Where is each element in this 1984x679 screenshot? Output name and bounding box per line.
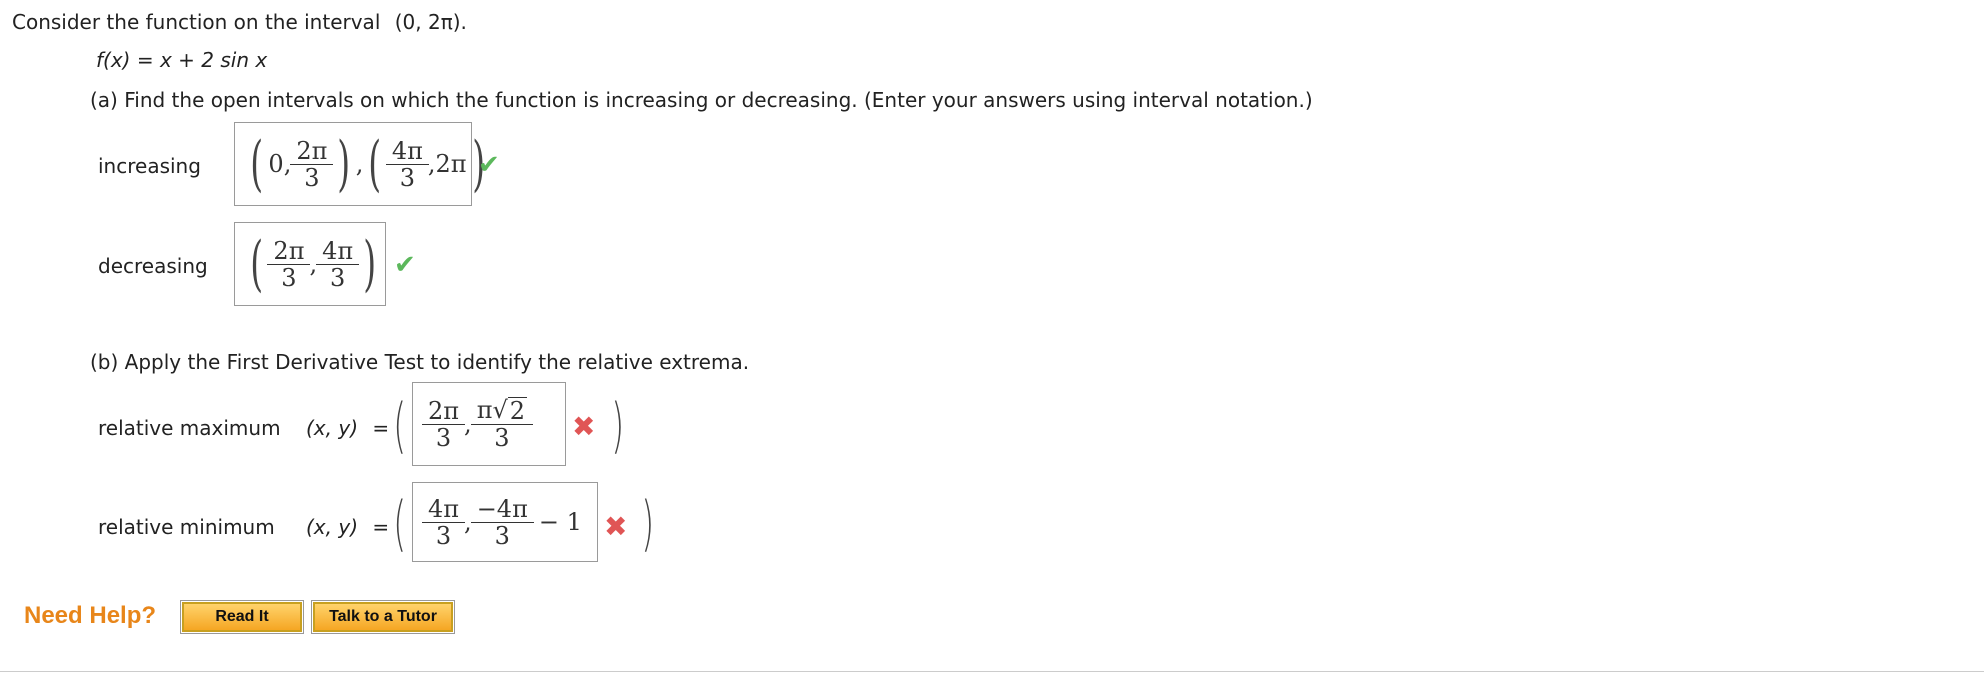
function-definition: f(x) = x + 2 sin x: [96, 48, 268, 72]
bottom-divider: [0, 671, 1984, 672]
max-xy-label: (x, y) =: [306, 416, 390, 440]
part-a-prompt: (a) Find the open intervals on which the…: [90, 88, 1313, 112]
intro-interval: (0, 2π).: [394, 10, 467, 34]
decreasing-label: decreasing: [98, 254, 208, 278]
check-icon: ✔: [478, 150, 500, 180]
intro-text: Consider the function on the interval: [12, 10, 381, 34]
check-icon: ✔: [394, 250, 416, 280]
max-open-paren: (: [393, 391, 407, 461]
part-b-prompt: (b) Apply the First Derivative Test to i…: [90, 350, 750, 374]
increasing-answer-field[interactable]: ( 0, 2π 3 ) , ( 4π 3 ,2π ): [234, 122, 485, 206]
read-it-button[interactable]: Read It: [180, 600, 304, 634]
intro-line: Consider the function on the interval (0…: [12, 10, 467, 34]
relative-maximum-label: relative maximum: [98, 416, 281, 440]
min-close-paren: ): [641, 489, 655, 559]
min-open-paren: (: [393, 489, 407, 559]
min-xy-label: (x, y) =: [306, 515, 390, 539]
relative-minimum-label: relative minimum: [98, 515, 275, 539]
talk-to-tutor-button[interactable]: Talk to a Tutor: [311, 600, 455, 634]
relative-maximum-answer-field[interactable]: 2π 3 , π√ 2 3: [412, 382, 566, 466]
x-icon: ✖: [604, 510, 628, 543]
relative-minimum-answer-field[interactable]: 4π 3 , −4π 3 − 1: [412, 482, 598, 562]
increasing-label: increasing: [98, 154, 201, 178]
need-help-label: Need Help?: [24, 602, 157, 629]
x-icon: ✖: [572, 410, 596, 443]
decreasing-answer-field[interactable]: ( 2π 3 , 4π 3 ): [234, 222, 386, 306]
max-close-paren: ): [611, 391, 625, 461]
